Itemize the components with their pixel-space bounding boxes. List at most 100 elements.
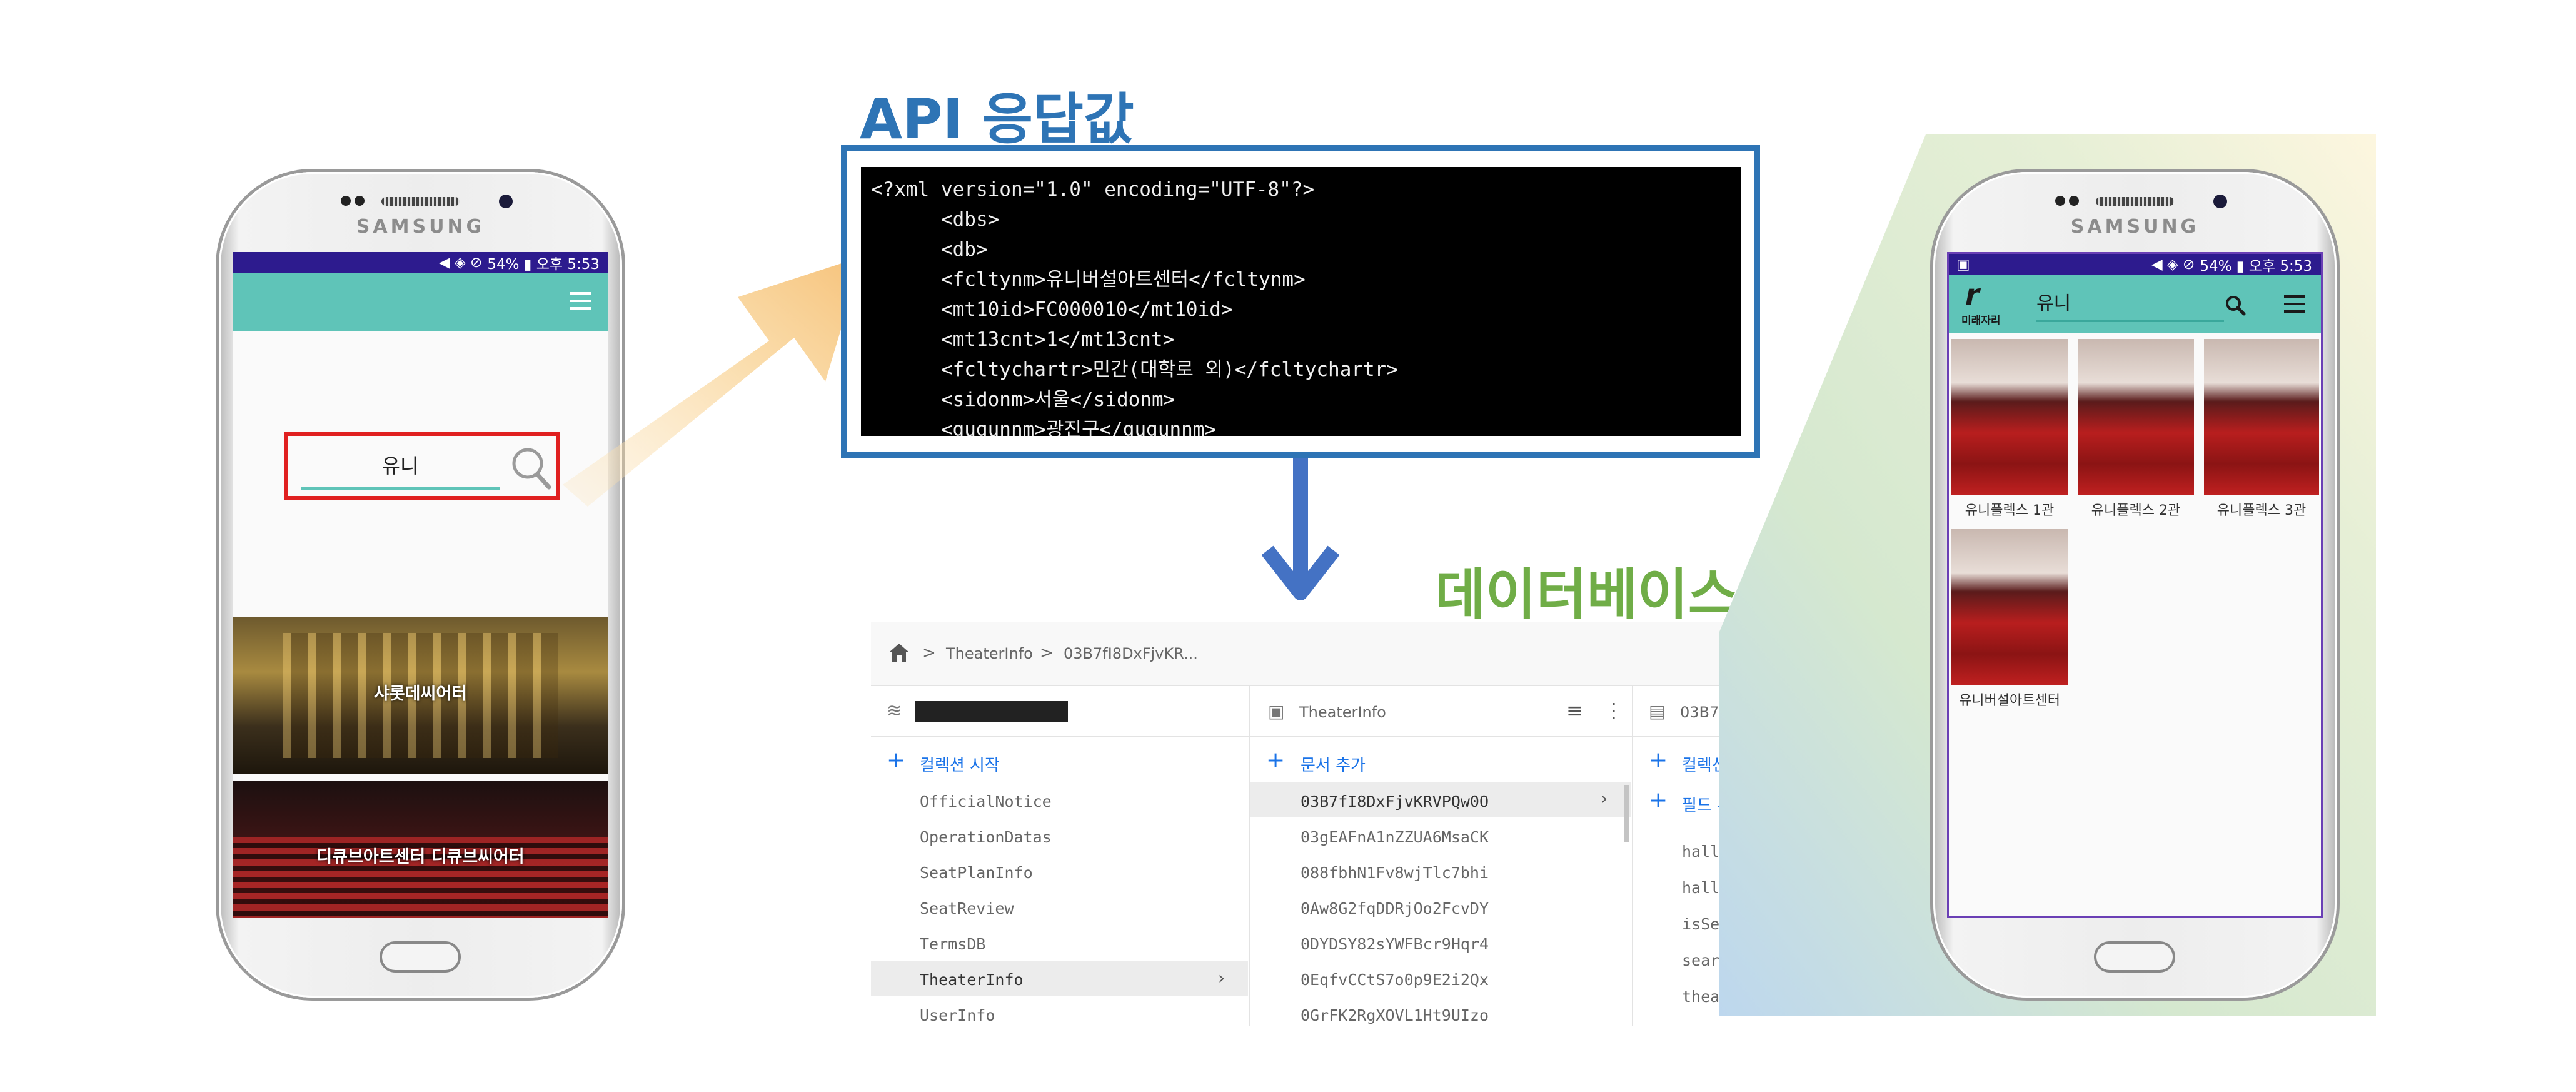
collection-item[interactable]: UserInfo	[920, 1006, 995, 1024]
result-label: 유니플렉스 3관	[2216, 503, 2307, 518]
field-item[interactable]: hall	[1682, 842, 1719, 861]
app-logo[interactable]: r 미래자리	[1961, 278, 2018, 329]
right-phone-speaker	[2096, 197, 2174, 206]
search-input-value: 유니	[2036, 293, 2071, 315]
left-phone-brand: SAMSUNG	[356, 216, 485, 238]
result-label: 유니플렉스 2관	[2091, 503, 2181, 518]
result-item[interactable]	[2204, 339, 2319, 495]
right-phone-camera	[2055, 196, 2080, 208]
right-phone: SAMSUNG ▣ ◀ ◈ ⊘ 54% ▮ 오후 5:53 r 미래자리 유니	[1933, 172, 2337, 998]
logo-text: 미래자리	[1961, 315, 2001, 327]
result-label: 유니버설아트센터	[1959, 693, 2060, 709]
result-label: 유니플렉스 1관	[1965, 503, 2055, 518]
add-document-button[interactable]: 문서 추가	[1301, 752, 1366, 776]
add-document-plus-icon[interactable]: +	[1266, 747, 1285, 773]
theater-thumbnail	[1951, 529, 2068, 685]
xml-code-block: <?xml version="1.0" encoding="UTF-8"?> <…	[861, 167, 1741, 436]
documents-header: ▣ TheaterInfo ≡ ⋮	[1250, 686, 1632, 737]
layers-icon: ≋	[887, 700, 903, 722]
fields-header-title: 03B7f	[1680, 704, 1724, 721]
fields-header: ▤ 03B7f	[1633, 686, 1734, 737]
image-icon: ▣	[1956, 256, 1970, 273]
theater-thumbnail	[2078, 339, 2194, 495]
right-phone-front-camera	[2213, 195, 2227, 208]
fields-column: ▤ 03B7f + 컬렉션 + 필드 추 hall hallN isSea se…	[1633, 686, 1734, 1026]
chevron-right-icon: ›	[1218, 968, 1225, 988]
search-highlight-box: 유니	[284, 432, 560, 500]
status-icons: ◀ ◈ ⊘	[439, 255, 483, 271]
flow-arrow-orange	[563, 256, 863, 507]
logo-glyph: r	[1965, 278, 1980, 311]
theater-card-title: 디큐브아트센터 디큐브씨어터	[316, 847, 525, 867]
result-item[interactable]	[2078, 339, 2194, 495]
xml-line: <dbs>	[871, 208, 1000, 231]
collection-item[interactable]: SeatPlanInfo	[920, 864, 1033, 882]
api-response-frame: <?xml version="1.0" encoding="UTF-8"?> <…	[841, 145, 1760, 458]
search-icon[interactable]	[509, 443, 553, 492]
collection-item[interactable]: OfficialNotice	[920, 792, 1052, 811]
status-bar: ◀ ◈ ⊘ 54% ▮ 오후 5:53	[233, 252, 608, 273]
breadcrumb-sep: >	[922, 644, 936, 662]
document-item[interactable]: 088fbhN1Fv8wjTlc7bhi	[1301, 864, 1489, 882]
breadcrumb-item[interactable]: TheaterInfo	[946, 645, 1033, 662]
add-collection-button[interactable]: 컬렉션 시작	[920, 752, 1000, 776]
home-button[interactable]	[380, 941, 461, 973]
theater-thumbnail	[2204, 339, 2319, 495]
filter-icon[interactable]: ≡	[1566, 699, 1583, 722]
document-item[interactable]: 0DYDSY82sYWFBcr9Hqr4	[1301, 935, 1489, 953]
xml-line: <sidonm>서울</sidonm>	[871, 388, 1175, 411]
app-bar: r 미래자리 유니	[1949, 275, 2321, 333]
xml-line: <fcltynm>유니버설아트센터</fcltynm>	[871, 268, 1306, 291]
collection-item[interactable]: SeatReview	[920, 899, 1014, 918]
document-item[interactable]: 0GrFK2RgXOVL1Ht9UIzo	[1301, 1006, 1489, 1024]
status-icons: ◀ ◈ ⊘	[2151, 256, 2195, 273]
menu-icon[interactable]	[2284, 295, 2305, 313]
flow-arrow-down	[1261, 457, 1340, 600]
theater-card[interactable]: 샤롯데씨어터	[233, 617, 608, 774]
collections-column: ≋ + 컬렉션 시작 OfficialNotice OperationDatas…	[871, 686, 1250, 1026]
document-item[interactable]: 0EqfvCCtS7o0p9E2i2Qx	[1301, 971, 1489, 989]
app-bar	[233, 273, 608, 331]
collection-item[interactable]: TermsDB	[920, 935, 985, 953]
document-item[interactable]: 0Aw8G2fqDDRjOo2FcvDY	[1301, 899, 1489, 918]
document-item[interactable]: 03gEAFnA1nZZUA6MsaCK	[1301, 828, 1489, 846]
breadcrumb-bar: > TheaterInfo > 03B7fI8DxFjvKR...	[871, 622, 1734, 686]
database-title: 데이터베이스	[1435, 562, 1739, 627]
add-collection-plus-icon[interactable]: +	[887, 747, 905, 773]
result-item[interactable]	[1951, 529, 2068, 685]
document-item[interactable]: 03B7fI8DxFjvKRVPQw0O	[1301, 792, 1489, 811]
theater-card-title: 샤롯데씨어터	[373, 684, 468, 704]
documents-header-title: TheaterInfo	[1299, 704, 1386, 721]
more-vert-icon[interactable]: ⋮	[1604, 699, 1624, 722]
xml-line: <mt10id>FC000010</mt10id>	[871, 298, 1233, 321]
redacted-project-name	[915, 701, 1068, 722]
collection-item[interactable]: OperationDatas	[920, 828, 1052, 846]
xml-line: <db>	[871, 238, 988, 261]
status-bar: ▣ ◀ ◈ ⊘ 54% ▮ 오후 5:53	[1949, 254, 2321, 275]
add-field-plus-icon[interactable]: +	[1649, 787, 1668, 813]
right-phone-screen: ▣ ◀ ◈ ⊘ 54% ▮ 오후 5:53 r 미래자리 유니 유니플렉스 1관…	[1947, 252, 2323, 918]
xml-line: <?xml version="1.0" encoding="UTF-8"?>	[871, 178, 1315, 201]
document-icon: ▤	[1649, 701, 1666, 722]
left-phone-speaker	[381, 197, 460, 206]
scrollbar[interactable]	[1624, 785, 1629, 842]
home-button[interactable]	[2094, 941, 2175, 973]
home-icon[interactable]	[887, 641, 912, 664]
collections-header: ≋	[871, 686, 1249, 737]
status-text: 54% ▮ 오후 5:53	[2200, 258, 2312, 275]
theater-card[interactable]: 디큐브아트센터 디큐브씨어터	[233, 781, 608, 918]
add-subcollection-plus-icon[interactable]: +	[1649, 747, 1668, 773]
xml-line: <fcltychartr>민간(대학로 외)</fcltychartr>	[871, 358, 1399, 381]
api-title: API 응답값	[860, 87, 1134, 151]
result-item[interactable]	[1951, 339, 2068, 495]
left-phone-camera	[341, 196, 366, 208]
search-input-value: 유니	[381, 454, 419, 478]
collection-item[interactable]: TheaterInfo	[920, 971, 1024, 989]
search-icon[interactable]	[2224, 294, 2246, 316]
breadcrumb-item[interactable]: 03B7fI8DxFjvKR...	[1064, 645, 1198, 662]
left-phone-screen: ◀ ◈ ⊘ 54% ▮ 오후 5:53 유니 샤롯데씨어터 디큐브아트센터 디큐…	[233, 252, 608, 918]
firestore-console: > TheaterInfo > 03B7fI8DxFjvKR... ≋ + 컬렉…	[871, 622, 1734, 1026]
search-input[interactable]: 유니	[2036, 289, 2224, 322]
search-input[interactable]: 유니	[301, 448, 500, 490]
xml-line: <mt13cnt>1</mt13cnt>	[871, 328, 1175, 351]
